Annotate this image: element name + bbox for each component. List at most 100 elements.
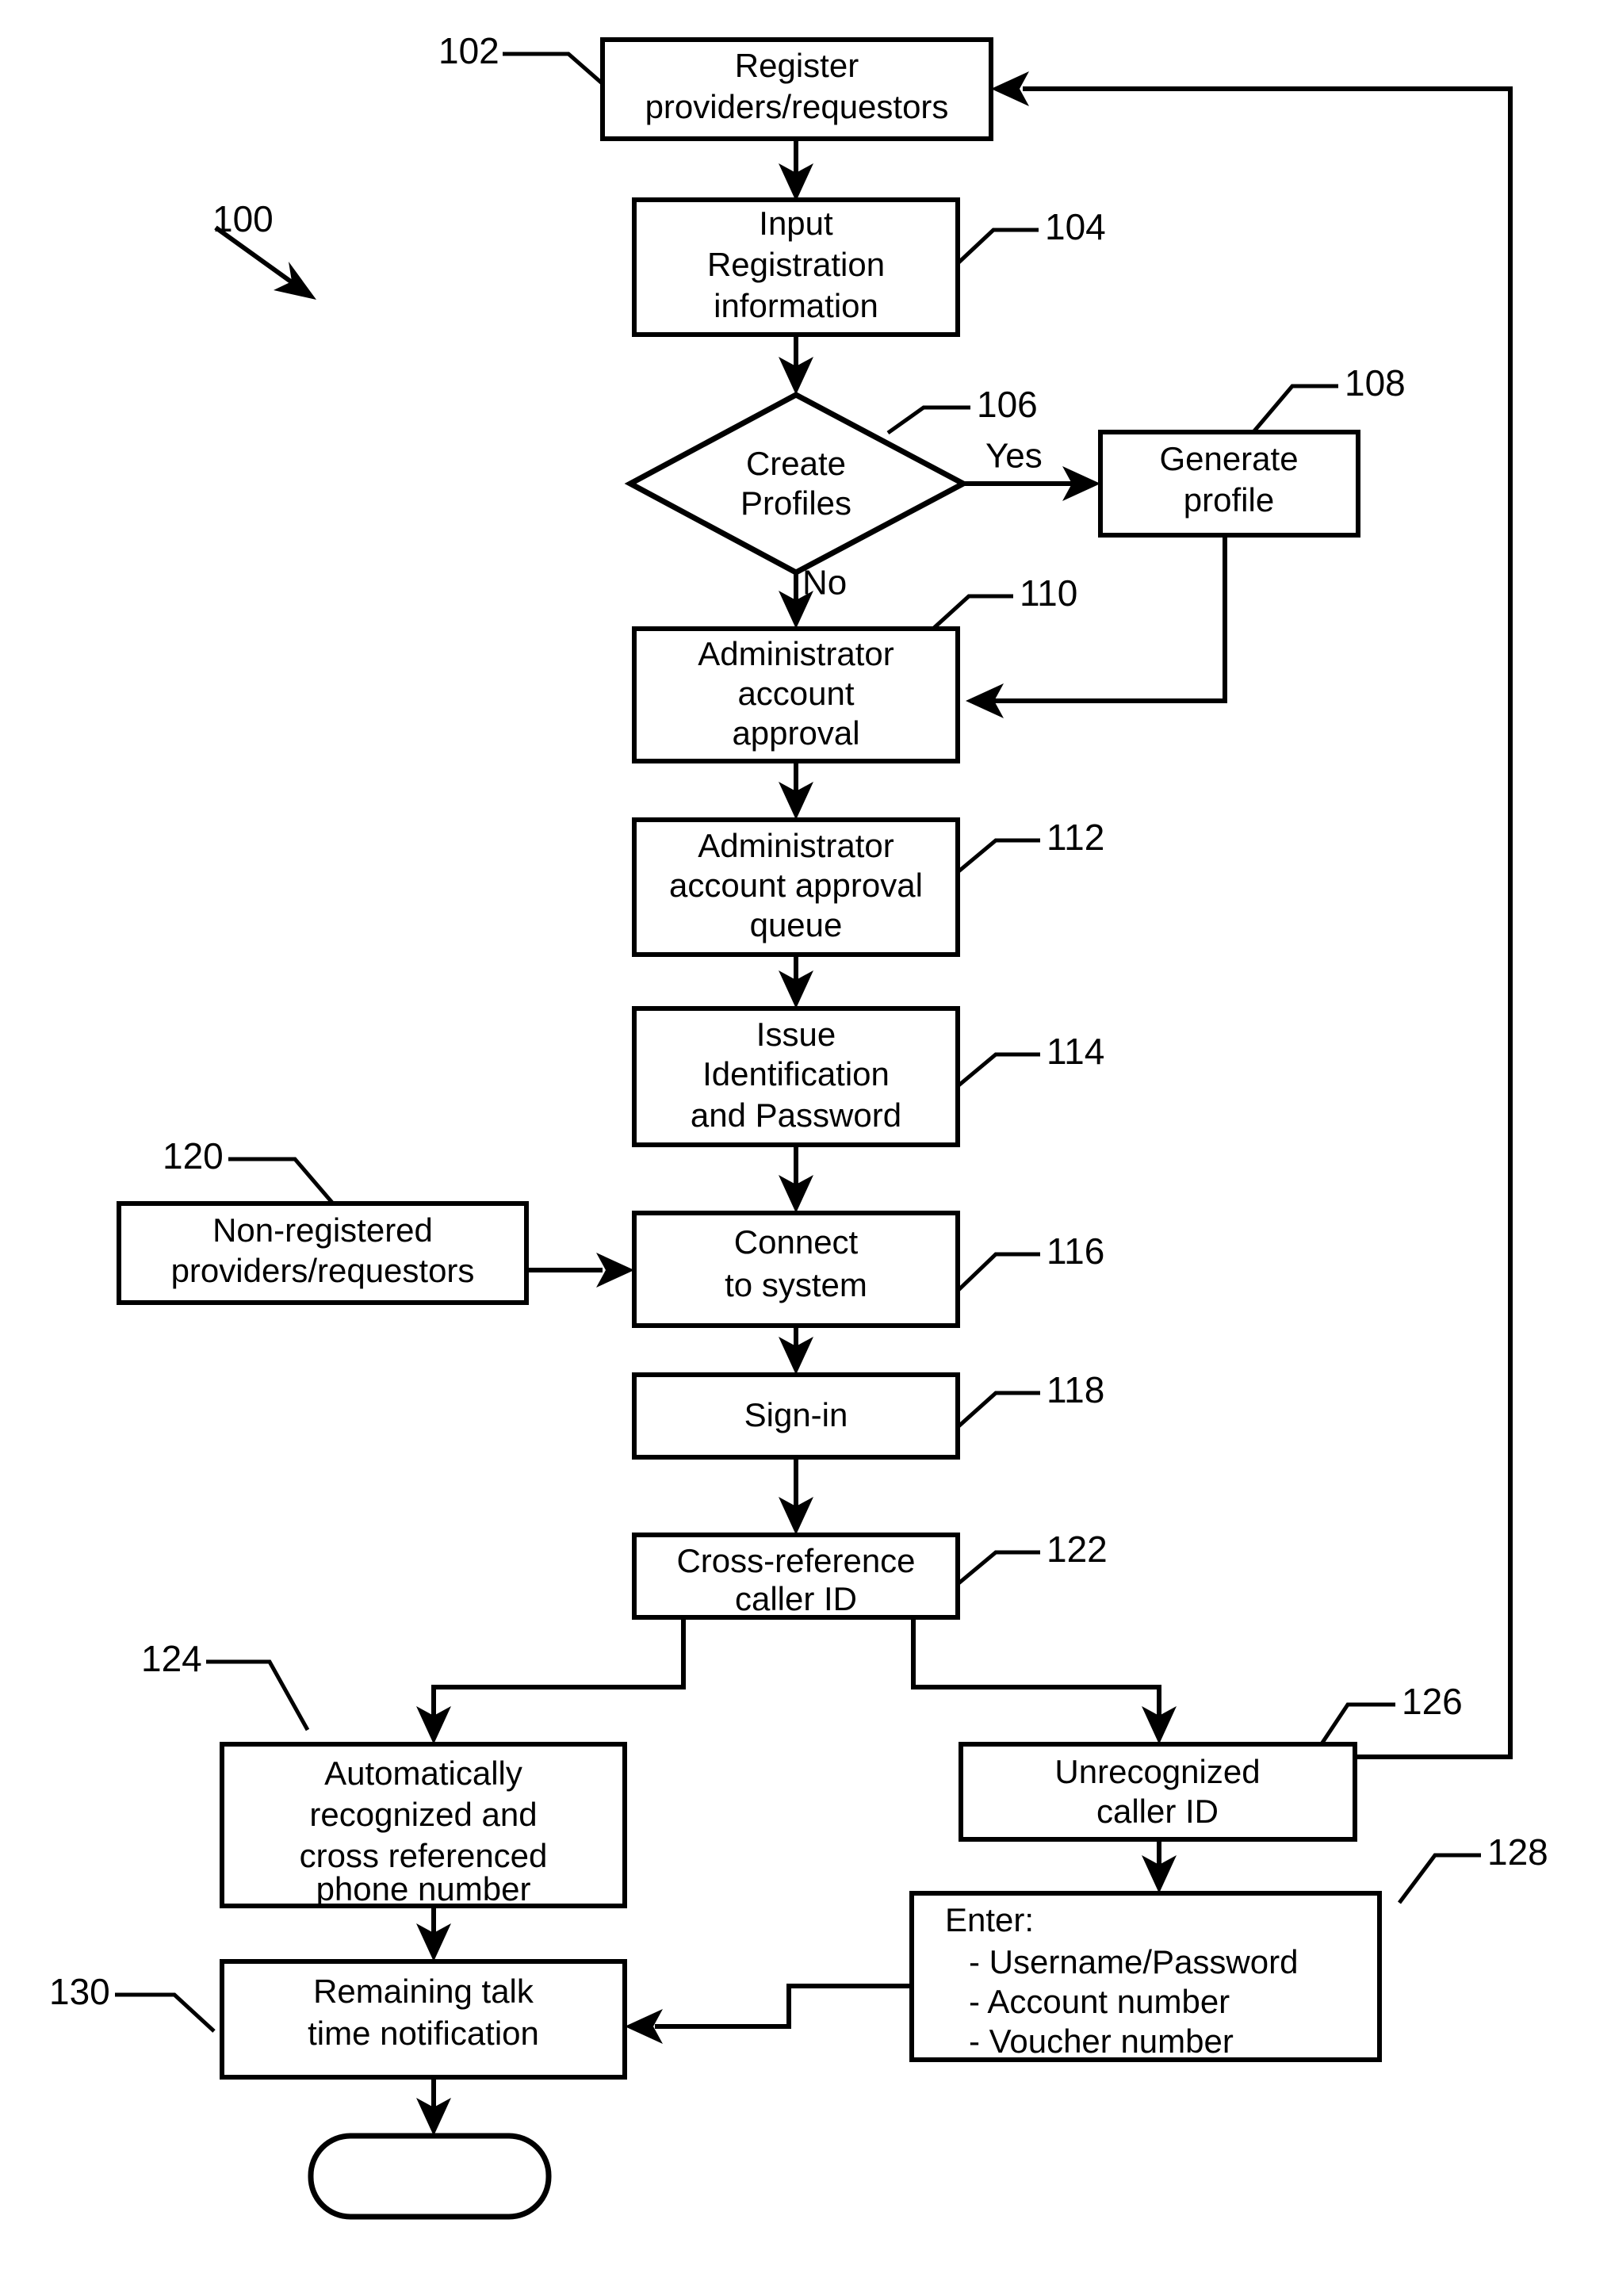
ref-number-116: 116 <box>1047 1230 1104 1272</box>
node-124-line1: Automatically <box>324 1755 522 1792</box>
ref-number-106: 106 <box>977 384 1038 425</box>
node-128-line2: - Username/Password <box>969 1943 1298 1980</box>
ref-number-120: 120 <box>163 1135 224 1177</box>
connector-108-to-110 <box>966 535 1227 718</box>
connector-128-to-130 <box>625 1984 912 2044</box>
node-130-line1: Remaining talk <box>313 1973 534 2010</box>
branch-label-no: No <box>802 564 847 603</box>
node-106-line2: Profiles <box>740 484 851 522</box>
leader-104 <box>954 228 1039 267</box>
leader-110 <box>932 594 1013 629</box>
connector-112-to-114 <box>779 955 813 1008</box>
connector-122-to-126 <box>911 1617 1177 1744</box>
leader-124 <box>206 1659 310 1732</box>
leader-118 <box>956 1391 1040 1429</box>
node-register-providers[interactable]: Register providers/requestors <box>600 37 993 141</box>
figure-canvas: Register providers/requestors Input Regi… <box>0 0 1611 2296</box>
node-122-line1: Cross-reference <box>676 1542 915 1579</box>
ref-number-104: 104 <box>1045 206 1106 247</box>
ref-number-100: 100 <box>212 198 274 239</box>
node-112-line2: account approval <box>669 867 923 904</box>
connector-104-to-106 <box>779 335 813 395</box>
ref-number-126: 126 <box>1402 1681 1463 1722</box>
node-input-registration-information[interactable]: Input Registration information <box>632 197 960 337</box>
node-124-line2: recognized and <box>309 1796 537 1833</box>
node-remaining-talk-time-notification[interactable]: Remaining talk time notification <box>220 1959 627 2080</box>
node-110-line1: Administrator <box>698 635 894 672</box>
ref-number-114: 114 <box>1047 1031 1104 1072</box>
node-create-profiles-decision[interactable]: Create Profiles <box>624 392 970 576</box>
leader-102 <box>503 52 608 89</box>
node-124-line3: cross referenced <box>300 1837 548 1874</box>
node-108-line2: profile <box>1184 481 1274 519</box>
connector-114-to-116 <box>779 1145 813 1213</box>
node-114-line1: Issue <box>756 1016 836 1053</box>
node-128-line3: - Account number <box>969 1983 1230 2020</box>
node-126-line1: Unrecognized <box>1054 1753 1260 1790</box>
node-106-line1: Create <box>746 445 846 482</box>
node-generate-profile[interactable]: Generate profile <box>1098 430 1360 538</box>
ref-number-110: 110 <box>1020 572 1077 614</box>
node-112-line3: queue <box>750 906 843 943</box>
ref-number-112: 112 <box>1047 817 1104 858</box>
node-sign-in[interactable]: Sign-in <box>632 1372 960 1460</box>
node-120-line1: Non-registered <box>212 1211 433 1249</box>
ref-number-108: 108 <box>1345 362 1406 404</box>
node-administrator-account-approval[interactable]: Administrator account approval <box>632 626 960 763</box>
connector-124-to-130 <box>416 1906 451 1961</box>
leader-112 <box>956 838 1040 874</box>
node-administrator-account-approval-queue[interactable]: Administrator account approval queue <box>632 817 960 957</box>
node-116-line1: Connect <box>734 1223 859 1261</box>
node-104-line1: Input <box>759 205 833 242</box>
connector-126-to-128 <box>1142 1839 1177 1893</box>
leader-114 <box>956 1052 1040 1088</box>
leader-108 <box>1251 384 1338 434</box>
connector-122-to-124 <box>416 1617 686 1744</box>
branch-label-yes: Yes <box>985 437 1043 476</box>
node-end-terminator[interactable] <box>308 2133 552 2220</box>
node-128-line4: - Voucher number <box>969 2022 1234 2060</box>
ref-number-118: 118 <box>1047 1369 1104 1410</box>
ref-number-124: 124 <box>141 1638 202 1679</box>
node-120-line2: providers/requestors <box>171 1252 475 1289</box>
node-124-line4: phone number <box>316 1870 531 1908</box>
node-issue-identification-password[interactable]: Issue Identification and Password <box>632 1006 960 1147</box>
node-unrecognized-caller-id[interactable]: Unrecognized caller ID <box>959 1742 1357 1842</box>
node-122-line2: caller ID <box>735 1580 857 1617</box>
node-130-line2: time notification <box>308 2015 539 2052</box>
ref-number-128: 128 <box>1487 1831 1548 1873</box>
node-automatically-recognized-phone-number[interactable]: Automatically recognized and cross refer… <box>220 1742 627 1908</box>
ref-number-122: 122 <box>1047 1529 1108 1570</box>
node-104-line2: Registration <box>707 246 885 283</box>
node-cross-reference-caller-id[interactable]: Cross-reference caller ID <box>632 1533 960 1620</box>
node-116-line2: to system <box>725 1266 867 1303</box>
node-128-line1: Enter: <box>945 1901 1034 1938</box>
node-112-line1: Administrator <box>698 827 894 864</box>
node-104-line3: information <box>714 287 878 324</box>
node-enter-credentials[interactable]: Enter: - Username/Password - Account num… <box>909 1891 1382 2062</box>
node-114-line3: and Password <box>691 1096 901 1134</box>
node-non-registered-providers[interactable]: Non-registered providers/requestors <box>117 1201 529 1305</box>
connector-102-to-104 <box>779 139 813 201</box>
node-102-line2: providers/requestors <box>645 88 949 125</box>
node-connect-to-system[interactable]: Connect to system <box>632 1211 960 1328</box>
node-118-line1: Sign-in <box>744 1396 848 1433</box>
node-114-line2: Identification <box>702 1055 890 1093</box>
node-110-line3: approval <box>732 714 859 752</box>
leader-106 <box>886 405 970 435</box>
connector-120-to-116 <box>526 1253 634 1288</box>
flowchart-svg: Register providers/requestors Input Regi… <box>49 30 1548 2220</box>
leader-130 <box>115 1992 216 2033</box>
node-126-line2: caller ID <box>1096 1793 1219 1830</box>
ref-number-102: 102 <box>438 30 499 71</box>
connector-118-to-122 <box>779 1457 813 1535</box>
connector-130-to-end <box>416 2077 451 2136</box>
node-102-line1: Register <box>735 47 859 84</box>
connector-116-to-118 <box>779 1326 813 1375</box>
node-110-line2: account <box>737 675 854 712</box>
leader-122 <box>956 1550 1040 1586</box>
connector-126-to-102-feedback <box>991 71 1513 1759</box>
leader-128 <box>1398 1853 1481 1904</box>
leader-116 <box>956 1252 1040 1292</box>
leader-120 <box>228 1157 335 1205</box>
